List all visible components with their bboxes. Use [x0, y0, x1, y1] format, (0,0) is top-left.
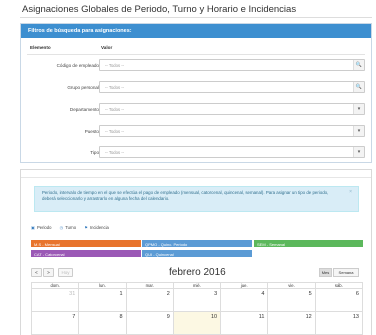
day-cell[interactable]: 4: [221, 289, 269, 312]
page-title: Asignaciones Globales de Periodo, Turno …: [22, 4, 297, 15]
day-cell[interactable]: 31: [32, 289, 80, 312]
week-row: 7 8 9 10 11 12 13: [31, 312, 363, 335]
period-chip[interactable]: M.S - Mensual: [31, 240, 141, 247]
flag-icon: ⚑: [84, 225, 88, 230]
today-button[interactable]: Hoy: [58, 268, 73, 277]
filter-row: Departamento -- Todos -- ▾: [21, 103, 371, 117]
day-cell[interactable]: 13: [315, 312, 363, 335]
day-cell[interactable]: 3: [173, 289, 222, 312]
legend-incidencia[interactable]: ⚑ Incidencia: [84, 225, 109, 230]
day-cell[interactable]: 12: [268, 312, 316, 335]
filter-label: Grupo personal: [67, 85, 99, 90]
day-number: 13: [352, 314, 359, 320]
column-header-element: Elemento: [30, 45, 51, 50]
day-number: 10: [211, 314, 218, 320]
filter-value: -- Todos --: [105, 150, 125, 155]
day-cell[interactable]: 5: [268, 289, 316, 312]
period-chip[interactable]: QUI - Quincenal: [142, 250, 252, 257]
day-number: 4: [261, 291, 265, 297]
close-icon[interactable]: ×: [349, 189, 352, 196]
day-cell[interactable]: 6: [315, 289, 363, 312]
filter-select[interactable]: -- Todos -- 🔍: [99, 59, 365, 71]
filter-row: Código de empleado -- Todos -- 🔍: [21, 59, 371, 73]
filter-row: Puesto -- Todos -- ▾: [21, 125, 371, 139]
day-number: 5: [308, 291, 312, 297]
filter-panel: Filtros de búsqueda para asignaciones: E…: [20, 23, 372, 163]
day-number: 9: [166, 314, 170, 320]
month-title: febrero 2016: [169, 267, 226, 278]
day-number: 12: [305, 314, 312, 320]
calendar-panel: Periodo, intervalo de tiempo en el que s…: [20, 169, 372, 335]
filter-select[interactable]: -- Todos -- ▾: [99, 125, 365, 137]
day-cell[interactable]: 10: [173, 312, 222, 335]
filter-label: Departamento: [69, 107, 99, 112]
day-number: 1: [119, 291, 123, 297]
filter-select[interactable]: -- Todos -- ▾: [99, 103, 365, 115]
filter-row: Grupo personal -- Todos -- 🔍: [21, 81, 371, 95]
week-view-button[interactable]: Semana: [333, 268, 359, 277]
search-icon[interactable]: 🔍: [353, 82, 364, 92]
info-text: Periodo, intervalo de tiempo en el que s…: [42, 190, 329, 201]
day-cell[interactable]: 2: [126, 289, 174, 312]
day-cell[interactable]: 1: [79, 289, 127, 312]
day-number: 2: [166, 291, 170, 297]
prev-month-button[interactable]: <: [31, 268, 42, 277]
chevron-down-icon[interactable]: ▾: [353, 104, 364, 114]
header-divider: [27, 54, 365, 55]
chevron-down-icon[interactable]: ▾: [353, 147, 364, 157]
week-row: 31 1 2 3 4 5 6: [31, 289, 363, 312]
filter-value: -- Todos --: [105, 129, 125, 134]
filter-label: Tipo: [90, 150, 99, 155]
legend-periodo[interactable]: ▣ Periodo: [31, 225, 51, 230]
legend-row: ▣ Periodo ◷ Turno ⚑ Incidencia: [31, 225, 116, 230]
column-header-value: Valor: [101, 45, 113, 50]
month-view-button[interactable]: Mes: [319, 268, 332, 277]
day-number: 11: [258, 314, 265, 320]
period-chip[interactable]: QPMO - Quinc. Periodo: [142, 240, 252, 247]
filter-column-headers: Elemento Valor: [21, 45, 371, 53]
calendar-toolbar: < > Hoy febrero 2016 Mes Semana: [31, 266, 363, 280]
weekday-header-row: dom. lun. mar. mié. jue. vie. sáb.: [31, 282, 363, 289]
period-chip[interactable]: SEM - Semanal: [254, 240, 363, 247]
day-number: 3: [214, 291, 218, 297]
filter-label: Código de empleado: [56, 63, 99, 68]
chevron-down-icon[interactable]: ▾: [353, 126, 364, 136]
day-cell[interactable]: 11: [221, 312, 269, 335]
legend-turno[interactable]: ◷ Turno: [60, 225, 76, 230]
filter-label: Puesto: [84, 129, 99, 134]
day-cell[interactable]: 9: [126, 312, 174, 335]
filter-select[interactable]: -- Todos -- ▾: [99, 146, 365, 158]
filter-value: -- Todos --: [105, 85, 125, 90]
clock-icon: ◷: [59, 225, 64, 230]
filter-value: -- Todos --: [105, 107, 125, 112]
filter-select[interactable]: -- Todos -- 🔍: [99, 81, 365, 93]
filter-panel-title: Filtros de búsqueda para asignaciones:: [21, 24, 371, 38]
filter-value: -- Todos --: [105, 63, 125, 68]
next-month-button[interactable]: >: [43, 268, 54, 277]
info-alert: Periodo, intervalo de tiempo en el que s…: [34, 186, 359, 212]
day-number: 31: [69, 291, 76, 297]
panel-divider: [21, 177, 371, 178]
day-number: 8: [119, 314, 123, 320]
search-icon[interactable]: 🔍: [353, 60, 364, 70]
day-number: 6: [355, 291, 359, 297]
day-cell[interactable]: 7: [32, 312, 80, 335]
title-divider: [20, 17, 372, 18]
day-number: 7: [72, 314, 76, 320]
filter-row: Tipo -- Todos -- ▾: [21, 146, 371, 160]
calendar-icon: ▣: [31, 225, 35, 230]
day-cell[interactable]: 8: [79, 312, 127, 335]
period-chip[interactable]: CAT - Catorcenal: [31, 250, 141, 257]
calendar-grid: dom. lun. mar. mié. jue. vie. sáb. 31 1 2 3 4 5 6 7 8 9…: [31, 282, 363, 335]
